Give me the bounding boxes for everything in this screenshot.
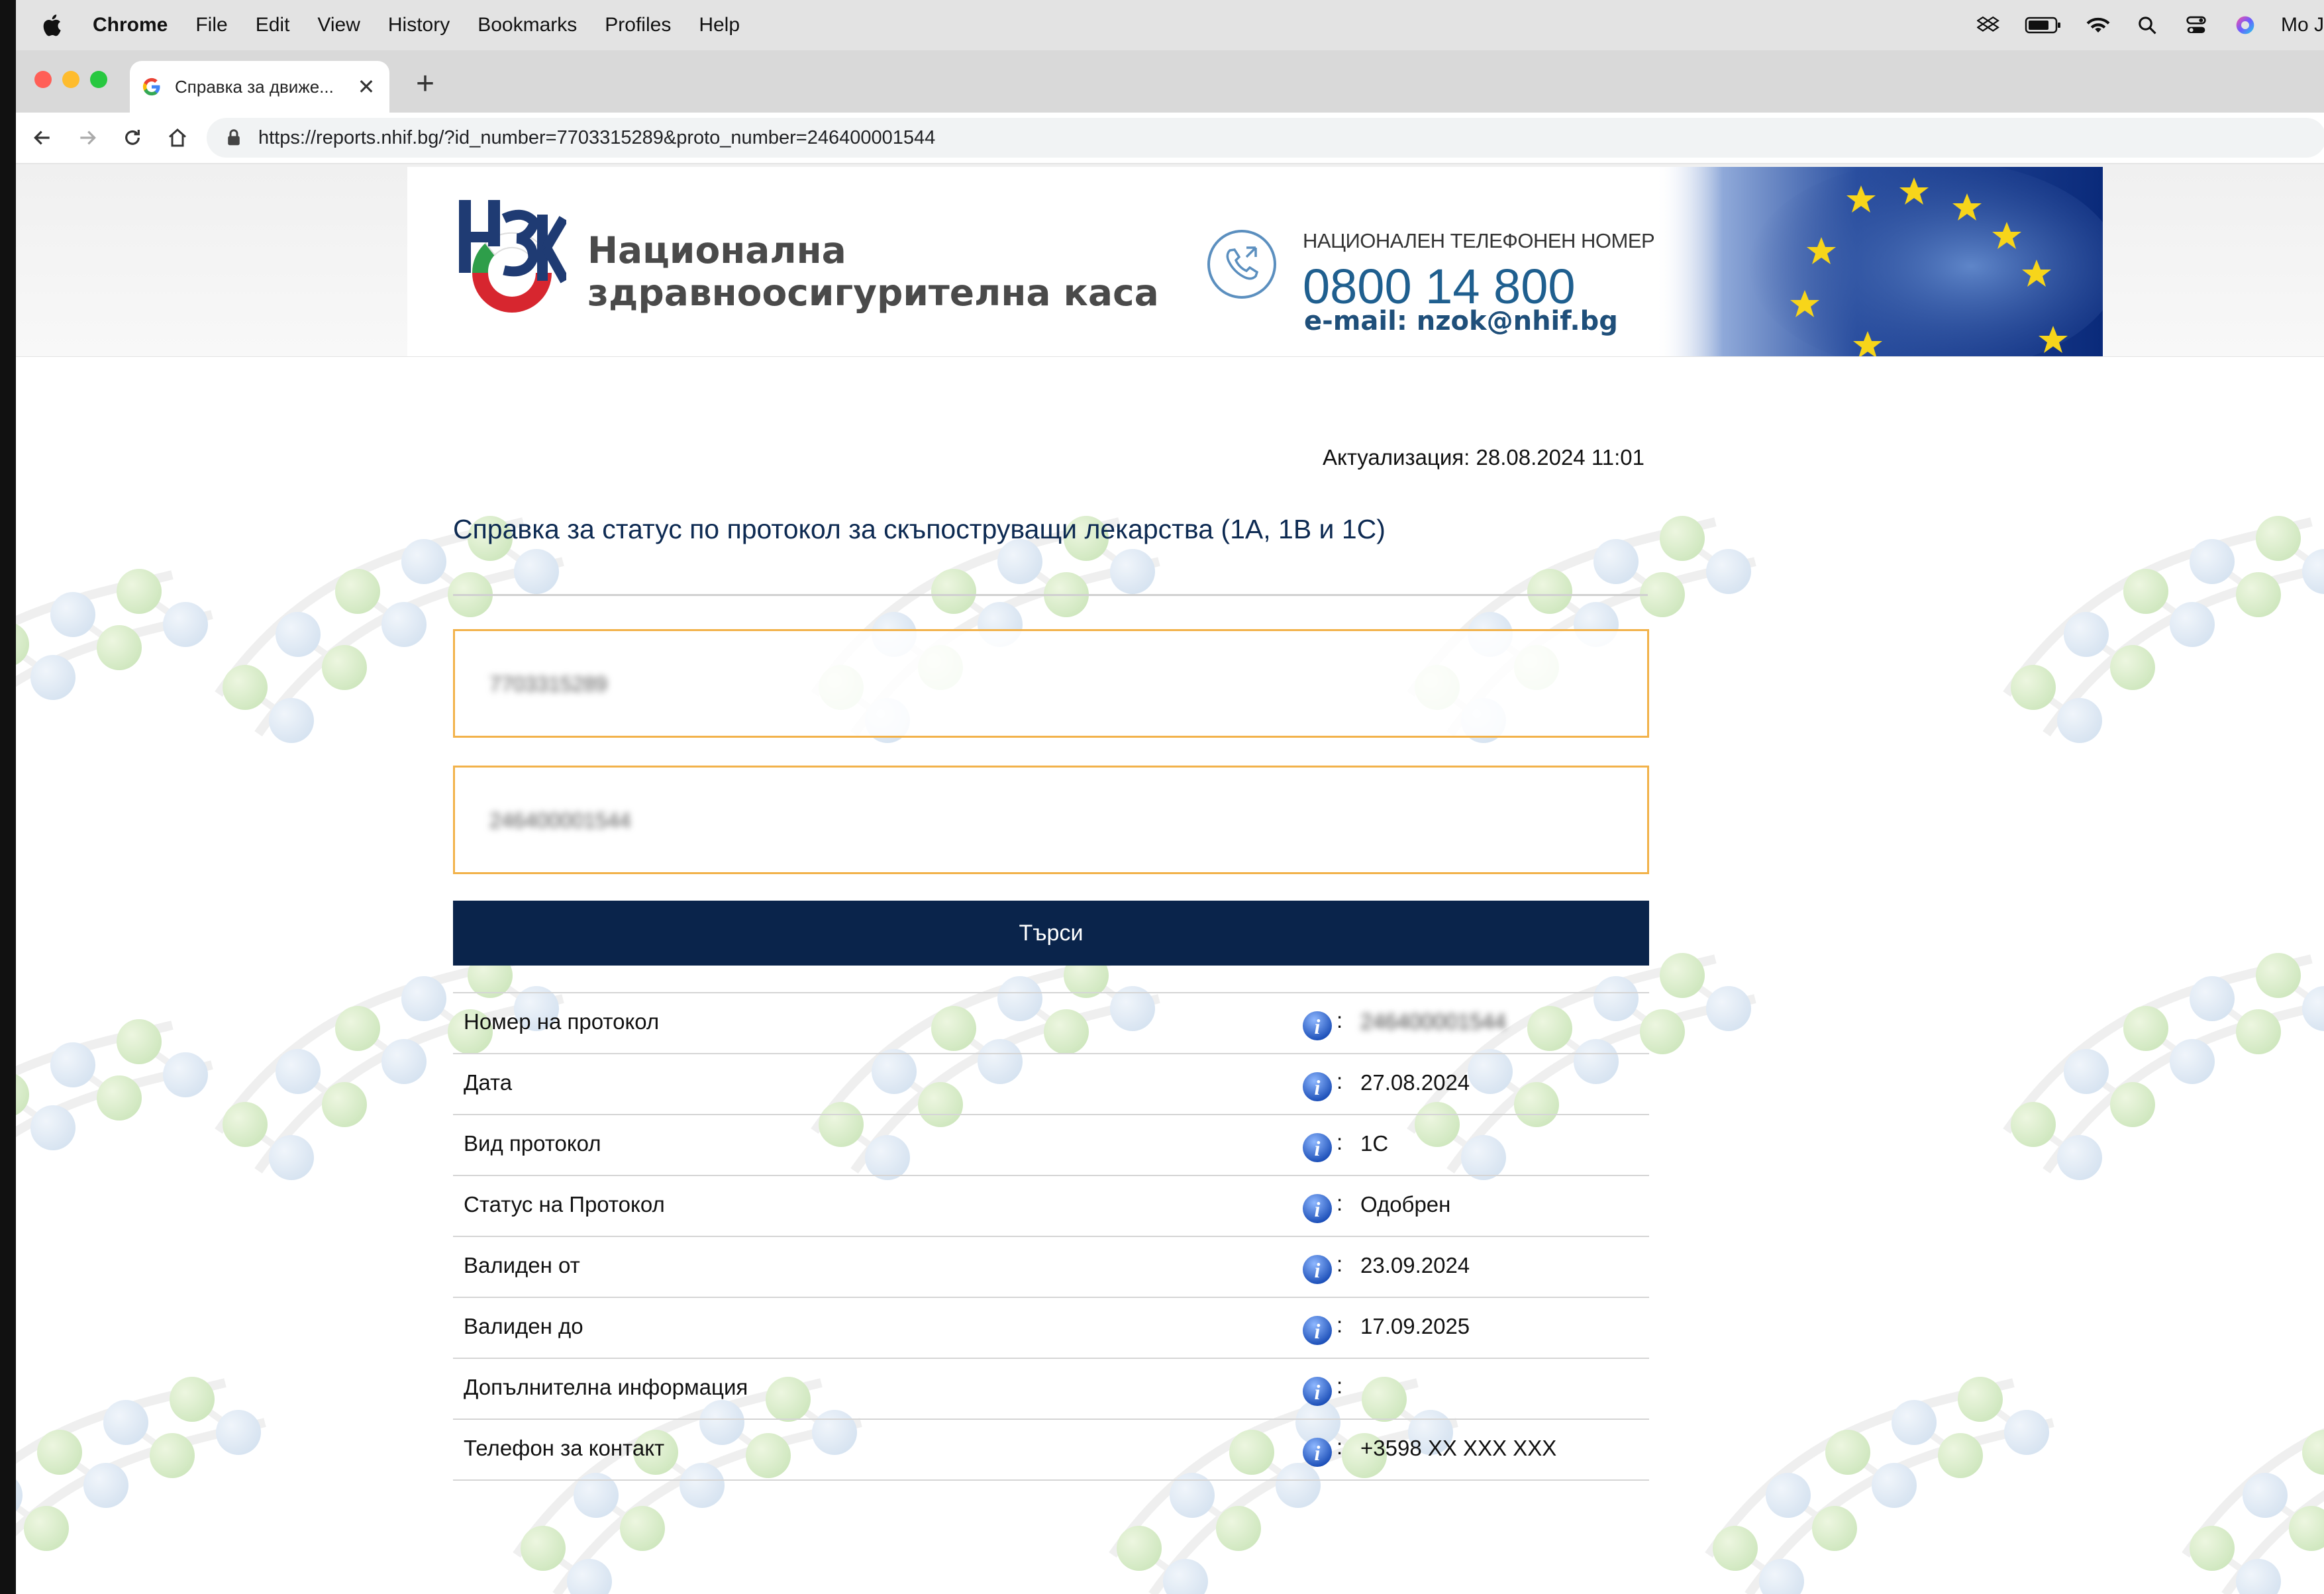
plus-icon[interactable]: +: [411, 66, 440, 101]
wifi-icon[interactable]: [2085, 12, 2111, 38]
tab-title: Справка за движе...: [175, 76, 334, 97]
id-number-input[interactable]: 7703315289: [453, 629, 1649, 738]
menu-history[interactable]: History: [388, 14, 450, 36]
menu-app-name[interactable]: Chrome: [93, 14, 168, 36]
row-value: Одобрен: [1360, 1192, 1451, 1217]
info-icon[interactable]: i: [1301, 1070, 1334, 1103]
row-label: Дата: [464, 1070, 513, 1095]
site-header: Национална здравноосигурителна каса НАЦИ…: [407, 167, 2103, 356]
result-row-protocol-type: Вид протокол i : 1C: [453, 1114, 1649, 1175]
menubar-user-name[interactable]: Mo J: [2281, 14, 2324, 36]
result-row-contact-phone: Телефон за контакт i : +3598 XX XXX XXX: [453, 1419, 1649, 1481]
menu-view[interactable]: View: [317, 14, 360, 36]
row-value: 17.09.2025: [1360, 1314, 1470, 1338]
menu-profiles[interactable]: Profiles: [605, 14, 671, 36]
apple-icon[interactable]: [40, 12, 66, 38]
macos-menu-bar: Chrome File Edit View History Bookmarks …: [0, 0, 2324, 50]
control-center-icon[interactable]: [2183, 12, 2209, 38]
email-link[interactable]: e-mail: nzok@nhif.bg: [1304, 306, 1618, 336]
protocol-number-input[interactable]: 246400001544: [453, 766, 1649, 874]
window-zoom-button[interactable]: [90, 71, 107, 88]
window-minimize-button[interactable]: [62, 71, 79, 88]
org-name-line1: Национална: [587, 229, 846, 272]
svg-text:i: i: [1315, 1258, 1321, 1282]
menu-file[interactable]: File: [195, 14, 227, 36]
result-row-date: Дата i : 27.08.2024: [453, 1053, 1649, 1114]
back-icon[interactable]: [29, 125, 56, 151]
org-name: Национална здравноосигурителна каса: [587, 229, 1159, 314]
lock-icon[interactable]: [224, 128, 244, 148]
home-icon[interactable]: [164, 125, 191, 151]
row-value: +3598 XX XXX XXX: [1360, 1436, 1557, 1460]
battery-icon[interactable]: [2024, 12, 2062, 38]
menu-edit[interactable]: Edit: [256, 14, 290, 36]
info-icon[interactable]: i: [1301, 1131, 1334, 1164]
browser-tab[interactable]: Справка за движе... ✕: [130, 61, 389, 113]
menu-bookmarks[interactable]: Bookmarks: [478, 14, 577, 36]
svg-text:i: i: [1315, 1197, 1321, 1221]
dropbox-icon[interactable]: [1975, 12, 2001, 38]
url-text[interactable]: https://reports.nhif.bg/?id_number=77033…: [258, 127, 935, 149]
row-label: Валиден до: [464, 1314, 583, 1338]
address-bar[interactable]: https://reports.nhif.bg/?id_number=77033…: [207, 118, 2324, 158]
svg-text:i: i: [1315, 1380, 1321, 1404]
row-value: 23.09.2024: [1360, 1253, 1470, 1277]
result-row-protocol-status: Статус на Протокол i : Одобрен: [453, 1175, 1649, 1236]
svg-text:i: i: [1315, 1136, 1321, 1160]
id-number-value[interactable]: 7703315289: [489, 672, 607, 697]
search-icon[interactable]: [2134, 12, 2160, 38]
info-icon[interactable]: i: [1301, 1375, 1334, 1408]
svg-text:i: i: [1315, 1319, 1321, 1343]
results-table: Номер на протокол i : 246400001544 Дата …: [453, 992, 1649, 1481]
row-label: Телефон за контакт: [464, 1436, 665, 1460]
title-divider: [453, 594, 1648, 596]
info-icon[interactable]: i: [1301, 1314, 1334, 1347]
row-value: 1C: [1360, 1131, 1389, 1156]
page-title: Справка за статус по протокол за скъпост…: [453, 514, 1386, 544]
window-close-button[interactable]: [34, 71, 52, 88]
menu-help[interactable]: Help: [699, 14, 740, 36]
info-icon[interactable]: i: [1301, 1436, 1334, 1469]
nhif-logo[interactable]: [454, 195, 566, 324]
phone-label: НАЦИОНАЛЕН ТЕЛЕФОНЕН НОМЕР: [1303, 229, 1655, 252]
result-row-protocol-number: Номер на протокол i : 246400001544: [453, 992, 1649, 1053]
row-label: Статус на Протокол: [464, 1192, 665, 1217]
search-button[interactable]: Търси: [453, 901, 1649, 966]
row-value: 246400001544: [1360, 1009, 1507, 1034]
svg-text:i: i: [1315, 1075, 1321, 1099]
info-icon[interactable]: i: [1301, 1253, 1334, 1286]
last-updated: Актуализация: 28.08.2024 11:01: [1323, 445, 1644, 470]
row-label: Валиден от: [464, 1253, 580, 1277]
row-label: Номер на протокол: [464, 1009, 660, 1034]
siri-icon[interactable]: [2232, 12, 2258, 38]
result-row-valid-from: Валиден от i : 23.09.2024: [453, 1236, 1649, 1297]
row-label: Допълнителна информация: [464, 1375, 748, 1399]
row-label: Вид протокол: [464, 1131, 601, 1156]
result-row-additional-info: Допълнителна информация i :: [453, 1358, 1649, 1419]
info-icon[interactable]: i: [1301, 1192, 1334, 1225]
google-favicon: [142, 77, 160, 96]
web-page: Национална здравноосигурителна каса НАЦИ…: [0, 164, 2324, 1594]
phone-icon: [1207, 230, 1276, 299]
org-name-line2: здравноосигурителна каса: [587, 272, 1159, 314]
eu-stars-banner: [1656, 167, 2103, 356]
result-row-valid-to: Валиден до i : 17.09.2025: [453, 1297, 1649, 1358]
close-icon[interactable]: ✕: [356, 75, 376, 99]
reload-icon[interactable]: [119, 125, 146, 151]
window-left-edge: [0, 0, 16, 1594]
svg-text:i: i: [1315, 1441, 1321, 1465]
row-value: 27.08.2024: [1360, 1070, 1470, 1095]
info-icon[interactable]: i: [1301, 1009, 1334, 1042]
svg-text:i: i: [1315, 1015, 1321, 1038]
forward-icon[interactable]: [74, 125, 101, 151]
protocol-number-value[interactable]: 246400001544: [489, 809, 631, 833]
